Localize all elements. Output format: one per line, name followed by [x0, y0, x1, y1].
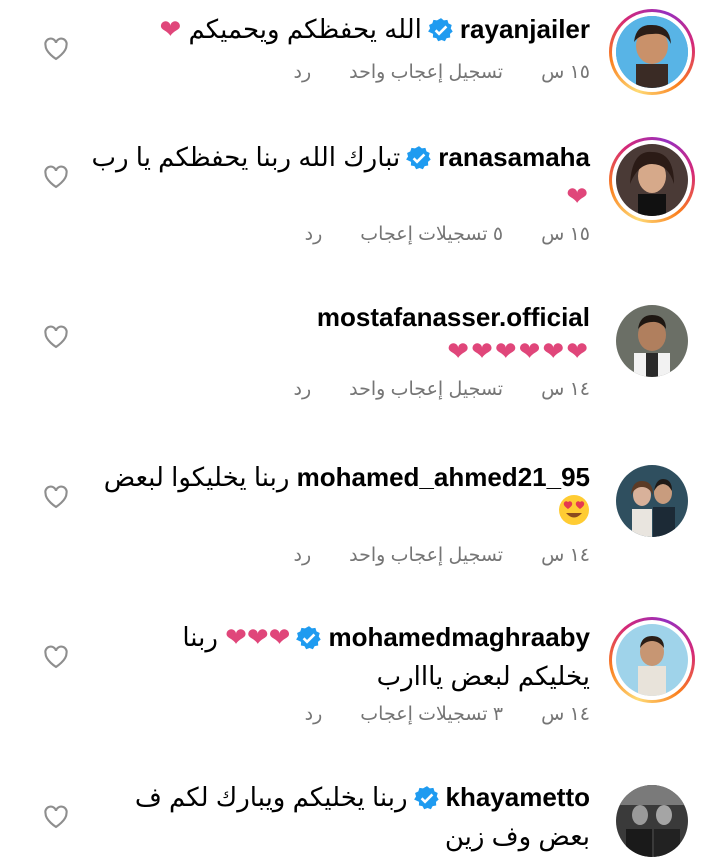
likes-count[interactable]: تسجيل إعجاب واحد: [349, 61, 503, 84]
heart-emoji: ❤: [159, 14, 182, 44]
avatar[interactable]: [609, 137, 695, 223]
username[interactable]: mohamed_ahmed21_95: [297, 460, 590, 494]
avatar-image: [616, 624, 688, 696]
reply-button[interactable]: رد: [294, 61, 312, 84]
likes-count[interactable]: ٣ تسجيلات إعجاب: [360, 703, 503, 726]
reply-button[interactable]: رد: [294, 378, 312, 401]
avatar-image: [616, 785, 688, 857]
username[interactable]: ranasamaha: [438, 140, 590, 174]
comment-text-continued: بعض وف زين: [444, 821, 590, 851]
heart-outline-icon[interactable]: [42, 643, 70, 671]
avatar[interactable]: [609, 298, 695, 384]
username[interactable]: khayametto: [446, 780, 591, 814]
heart-outline-icon[interactable]: [42, 163, 70, 191]
heart-outline-icon[interactable]: [42, 35, 70, 63]
verified-badge-icon: [296, 625, 322, 659]
comment-text: الله يحفظكم ويحميكم: [188, 14, 422, 44]
reply-button[interactable]: رد: [294, 544, 312, 567]
heart-outline-icon[interactable]: [42, 483, 70, 511]
comment-time: ١٤ س: [541, 704, 590, 725]
avatar-image: [616, 16, 688, 88]
likes-count[interactable]: تسجيل إعجاب واحد: [349, 378, 503, 401]
heart-emoji: ❤: [566, 181, 590, 211]
avatar[interactable]: [609, 617, 695, 703]
verified-badge-icon: [413, 785, 440, 819]
username[interactable]: rayanjailer: [460, 12, 590, 46]
avatar[interactable]: [609, 9, 695, 95]
comment-text-continued: يخليكم لبعض يااارب: [376, 661, 590, 691]
heart-outline-icon[interactable]: [42, 323, 70, 351]
comment-text: ربنا: [182, 622, 218, 652]
likes-count[interactable]: تسجيل إعجاب واحد: [349, 544, 503, 567]
comment-text: ربنا يخليكم ويبارك لكم ف: [134, 782, 408, 812]
avatar-image: [616, 144, 688, 216]
comment-time: ١٤ س: [541, 545, 590, 566]
comment-text: تبارك الله ربنا يحفظكم يا رب: [91, 142, 401, 172]
avatar-image: [616, 305, 688, 377]
comment-time: ١٥ س: [541, 62, 590, 83]
comment-time: ١٥ س: [541, 224, 590, 245]
verified-badge-icon: [428, 17, 454, 51]
reply-button[interactable]: رد: [305, 703, 323, 726]
username[interactable]: mostafanasser.official: [317, 300, 590, 334]
verified-badge-icon: [406, 145, 432, 179]
avatar-image: [616, 465, 688, 537]
heart-emoji: ❤❤❤❤❤❤: [447, 336, 590, 366]
reply-button[interactable]: رد: [305, 223, 323, 246]
heart-outline-icon[interactable]: [42, 803, 70, 831]
avatar[interactable]: [609, 778, 695, 864]
username[interactable]: mohamedmaghraaby: [328, 620, 590, 654]
avatar[interactable]: [609, 458, 695, 544]
heart-eyes-emoji-icon: [558, 494, 590, 534]
comment-time: ١٤ س: [541, 379, 590, 400]
likes-count[interactable]: ٥ تسجيلات إعجاب: [360, 223, 503, 246]
comment-text: ربنا يخليكوا لبعض: [103, 462, 290, 492]
heart-emoji: ❤❤❤: [225, 622, 291, 652]
